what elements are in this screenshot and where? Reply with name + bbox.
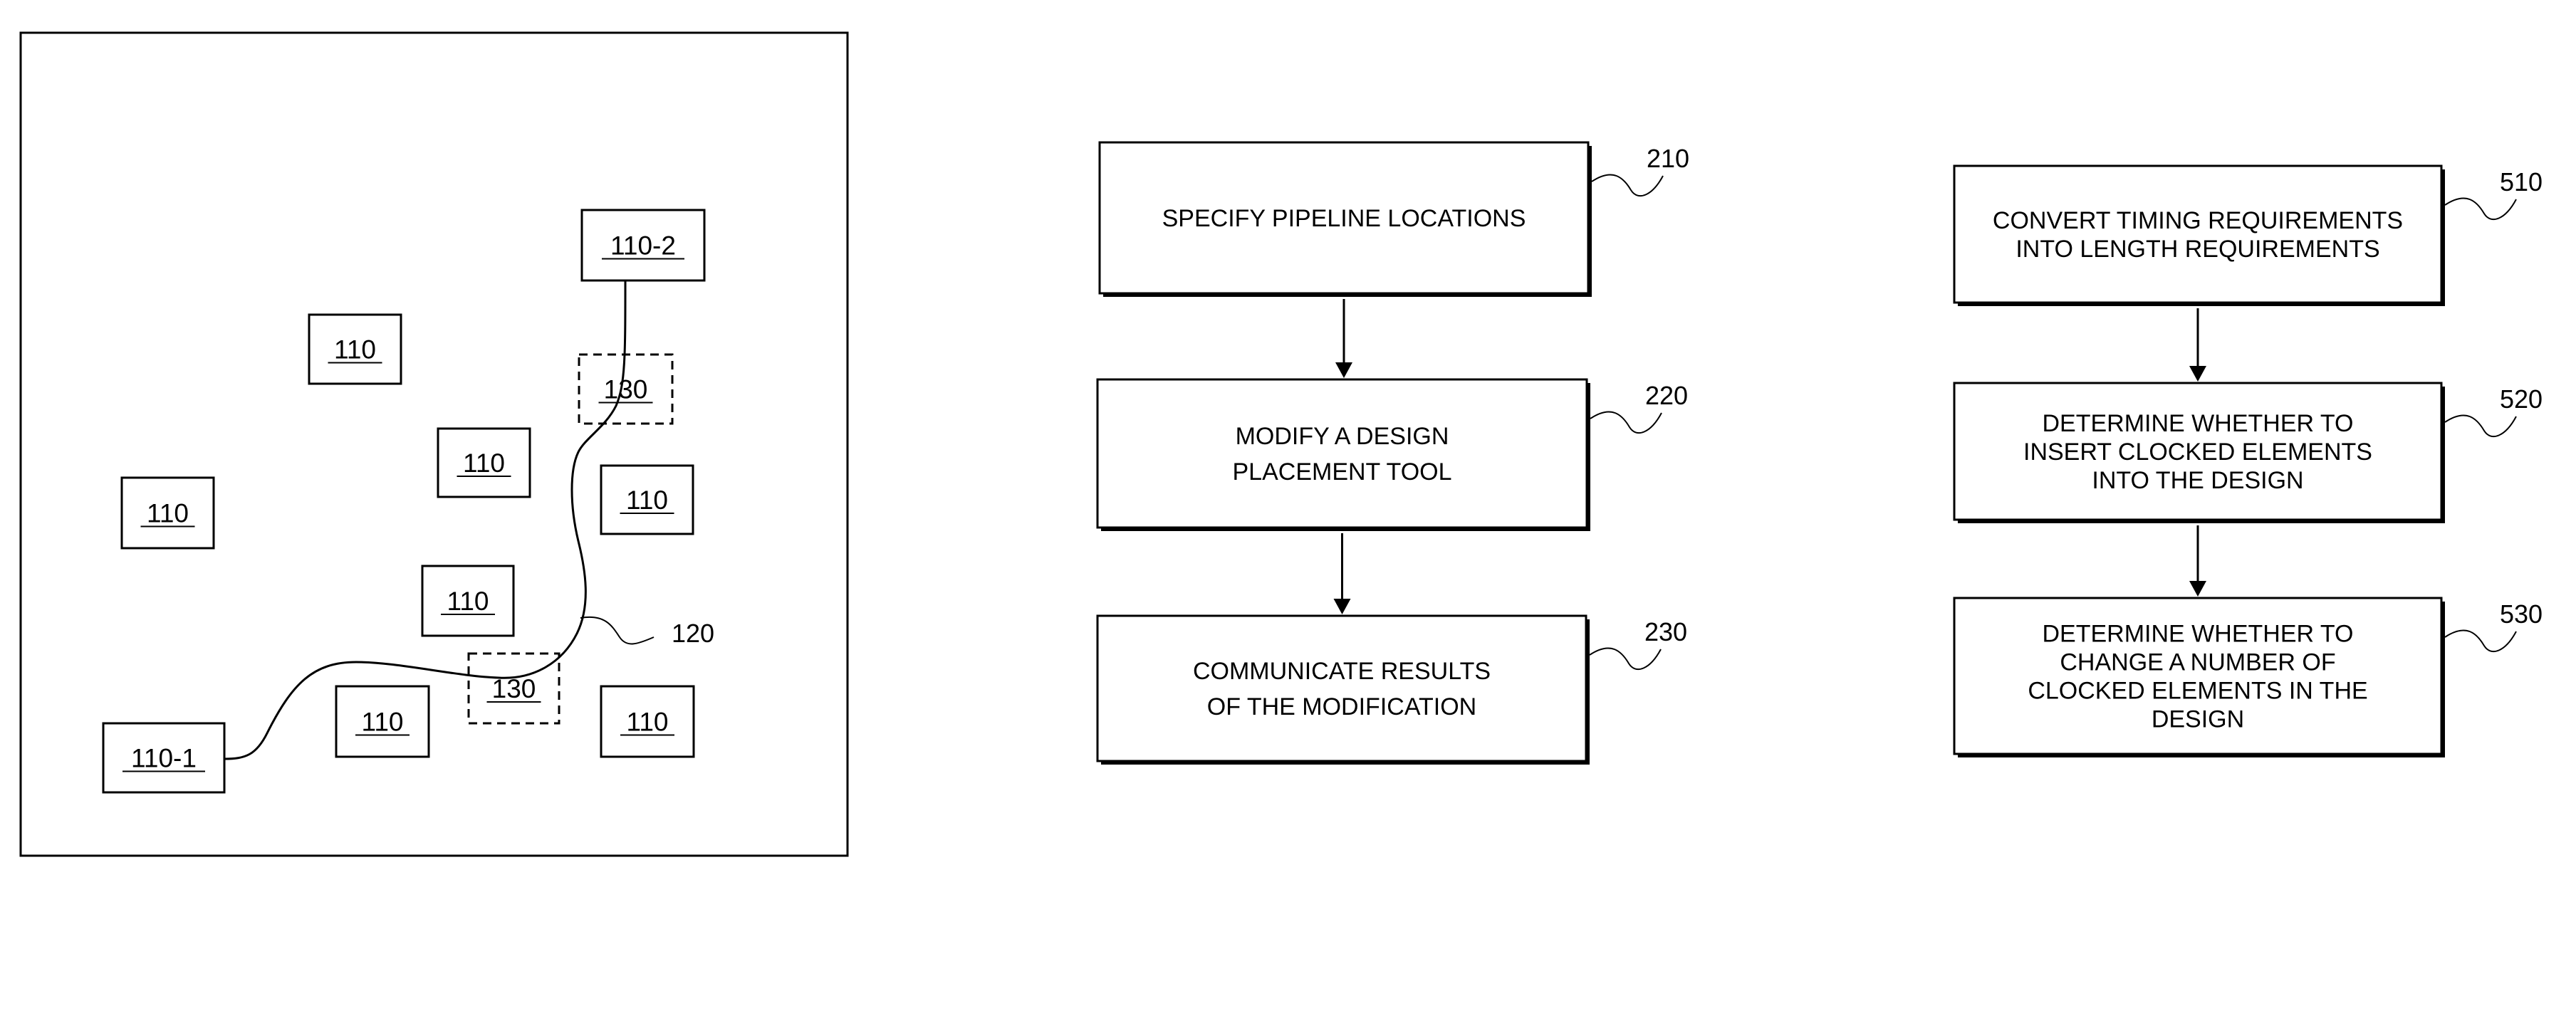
step-ref-number: 530 <box>2500 599 2543 629</box>
block-label: 110 <box>447 587 489 616</box>
step-text-line: CHANGE A NUMBER OF <box>2060 649 2335 676</box>
step-text-line: DETERMINE WHETHER TO <box>2043 621 2354 648</box>
ref-leader <box>1590 411 1662 434</box>
wire-120-leader <box>580 616 655 645</box>
flow-step-210: SPECIFY PIPELINE LOCATIONS 210 <box>1098 141 1689 297</box>
step-text-line: DESIGN <box>2152 706 2244 733</box>
circuit-block: 110 <box>335 685 430 758</box>
flow-arrow-head <box>2189 366 2206 382</box>
ref-leader <box>2444 629 2517 653</box>
step-text-line: PLACEMENT TOOL <box>1233 458 1452 486</box>
step-ref-number: 510 <box>2500 167 2543 196</box>
step-text-line: INTO THE DESIGN <box>2092 467 2303 494</box>
circuit-block: 110 <box>600 685 695 758</box>
circuit-block: 110-2 <box>580 209 706 282</box>
block-label: 110 <box>362 708 404 737</box>
step-text-line: INSERT CLOCKED ELEMENTS <box>2023 439 2372 466</box>
pipeline-element-block: 130 <box>578 353 674 425</box>
flowchart-right: CONVERT TIMING REQUIREMENTSINTO LENGTH R… <box>1953 164 2543 757</box>
circuit-block: 110 <box>421 565 515 637</box>
flow-step-520: DETERMINE WHETHER TOINSERT CLOCKED ELEME… <box>1953 382 2543 523</box>
block-label: 110-1 <box>131 744 197 773</box>
step-box <box>1096 378 1588 529</box>
circuit-block: 110 <box>120 476 215 550</box>
step-text-line: MODIFY A DESIGN <box>1236 423 1449 450</box>
block-label: 110 <box>626 486 668 515</box>
layout-figure: 110-2 110 130 110 110 110 110 130 110 110 110-1 12… <box>19 31 849 857</box>
pipeline-element-block: 130 <box>467 652 560 725</box>
circuit-block: 110 <box>308 313 402 385</box>
block-label: 110 <box>334 335 376 364</box>
flow-arrow-head <box>1335 362 1352 378</box>
block-label: 110 <box>147 499 189 528</box>
step-ref-number: 520 <box>2500 384 2543 414</box>
step-text-line: INTO LENGTH REQUIREMENTS <box>2016 236 2379 263</box>
wire-label-120: 120 <box>672 619 714 648</box>
flow-step-220: MODIFY A DESIGN PLACEMENT TOOL 220 <box>1096 378 1688 531</box>
step-text-line: CONVERT TIMING REQUIREMENTS <box>1993 207 2403 234</box>
circuit-block: 110-1 <box>102 722 226 794</box>
step-box <box>1096 614 1587 762</box>
ref-leader <box>2444 197 2517 221</box>
step-box <box>1953 164 2443 304</box>
block-label: 130 <box>604 375 648 404</box>
flow-arrow-head <box>1333 599 1351 614</box>
step-ref-number: 220 <box>1645 381 1688 410</box>
ref-leader <box>1591 174 1664 197</box>
circuit-block: 110 <box>600 464 694 535</box>
block-label: 110 <box>463 448 505 478</box>
step-text-line: COMMUNICATE RESULTS <box>1193 658 1491 685</box>
step-text-line: DETERMINE WHETHER TO <box>2043 410 2354 437</box>
circuit-block: 110 <box>437 427 531 498</box>
flow-step-230: COMMUNICATE RESULTS OF THE MODIFICATION 23… <box>1096 614 1687 765</box>
flow-arrow-head <box>2189 581 2206 597</box>
step-ref-number: 210 <box>1647 144 1689 173</box>
step-ref-number: 230 <box>1644 617 1687 646</box>
step-text-line: SPECIFY PIPELINE LOCATIONS <box>1162 205 1526 232</box>
flowchart-middle: SPECIFY PIPELINE LOCATIONS 210 MODIFY A DE… <box>1096 141 1689 765</box>
step-text-line: OF THE MODIFICATION <box>1207 693 1476 720</box>
step-text-line: CLOCKED ELEMENTS IN THE <box>2028 678 2367 705</box>
flow-step-510: CONVERT TIMING REQUIREMENTSINTO LENGTH R… <box>1953 164 2543 306</box>
block-label: 110 <box>627 708 669 737</box>
ref-leader <box>2444 414 2517 438</box>
flow-step-530: DETERMINE WHETHER TOCHANGE A NUMBER OFCL… <box>1953 597 2543 757</box>
block-label: 110-2 <box>610 231 676 261</box>
patent-figure-sheet: 110-2 110 130 110 110 110 110 130 110 110 110-1 12… <box>19 31 2543 857</box>
ref-leader <box>1589 647 1662 671</box>
